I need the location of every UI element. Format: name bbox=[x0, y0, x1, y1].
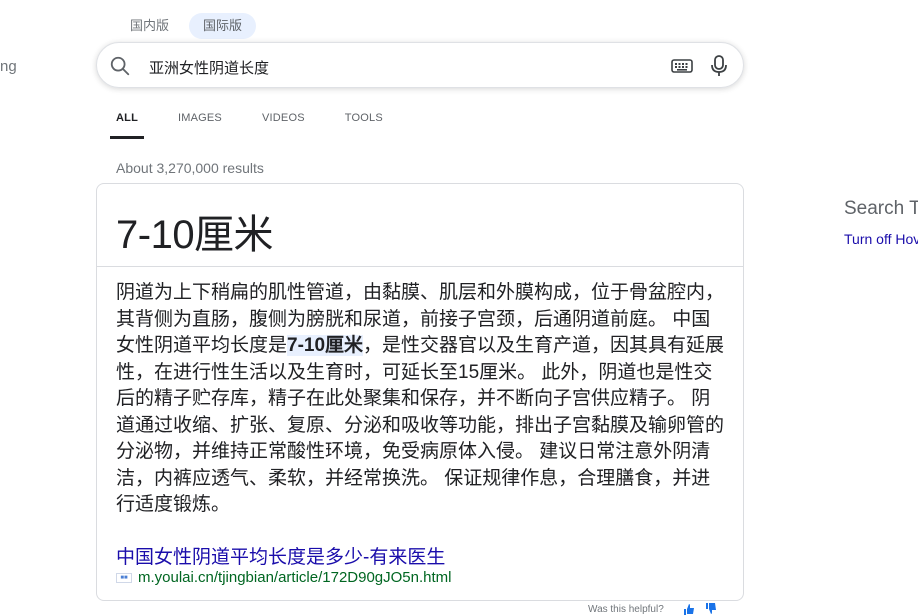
tab-images[interactable]: IMAGES bbox=[158, 108, 242, 139]
region-tab-international[interactable]: 国际版 bbox=[189, 13, 257, 39]
feedback-prompt: Was this helpful? bbox=[588, 604, 664, 615]
featured-answer-card: 7-10厘米 阴道为上下稍扁的肌性管道，由黏膜、肌层和外膜构成，位于骨盆腔内，其… bbox=[96, 183, 744, 601]
region-tab-domestic[interactable]: 国内版 bbox=[116, 13, 183, 39]
source-title-link[interactable]: 中国女性阴道平均长度是多少-有来医生 bbox=[116, 542, 445, 569]
region-tabs: 国内版 国际版 bbox=[116, 13, 257, 39]
sidebar-title: Search T bbox=[844, 198, 918, 219]
tab-tools[interactable]: TOOLS bbox=[325, 108, 403, 139]
source-url[interactable]: m.youlai.cn/tjingbian/article/172D90gJO5… bbox=[138, 569, 452, 586]
logo-fragment[interactable]: ng bbox=[0, 58, 17, 75]
snippet-text-after: ，是性交器官以及生育产道，因其具有延展性，在进行性生活以及生育时，可延长至15厘… bbox=[116, 335, 725, 515]
snippet-highlight: 7-10厘米 bbox=[287, 335, 364, 356]
microphone-icon[interactable] bbox=[709, 55, 729, 77]
search-input[interactable]: 亚洲女性阴道长度 bbox=[149, 57, 269, 78]
thumbs-up-icon[interactable] bbox=[683, 603, 695, 615]
keyboard-icon[interactable] bbox=[671, 57, 693, 75]
search-nav-tabs: ALL IMAGES VIDEOS TOOLS bbox=[96, 108, 403, 139]
site-favicon-icon: ■■ bbox=[116, 572, 132, 583]
tab-videos[interactable]: VIDEOS bbox=[242, 108, 325, 139]
source-url-row: ■■ m.youlai.cn/tjingbian/article/172D90g… bbox=[116, 569, 452, 586]
tab-all[interactable]: ALL bbox=[96, 108, 158, 139]
card-divider bbox=[97, 266, 743, 267]
result-count: About 3,270,000 results bbox=[116, 160, 264, 176]
thumbs-down-icon[interactable] bbox=[705, 603, 717, 615]
sidebar-link[interactable]: Turn off Hov bbox=[844, 231, 918, 247]
search-icon[interactable] bbox=[109, 55, 131, 77]
answer-headline: 7-10厘米 bbox=[116, 213, 274, 257]
answer-snippet: 阴道为上下稍扁的肌性管道，由黏膜、肌层和外膜构成，位于骨盆腔内，其背侧为直肠，腹… bbox=[116, 280, 728, 519]
search-bar[interactable]: 亚洲女性阴道长度 bbox=[96, 42, 744, 88]
